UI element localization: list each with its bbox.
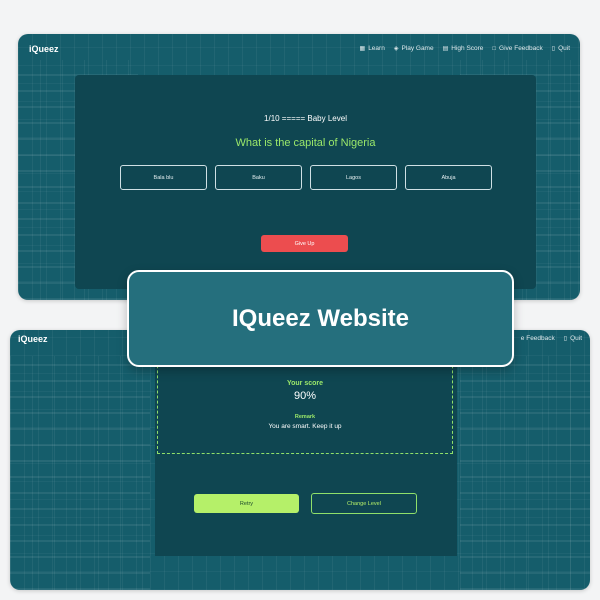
nav-label: High Score xyxy=(451,45,484,52)
answer-options: Bala blu Baku Lagos Abuja xyxy=(120,165,492,190)
door-icon: ▯ xyxy=(563,336,568,342)
quiz-panel: 1/10 ===== Baby Level What is the capita… xyxy=(75,75,536,289)
book-icon: ▦ xyxy=(359,46,366,52)
title-card: IQueez Website xyxy=(127,270,514,367)
remark-label: Remark xyxy=(294,414,316,420)
nav-label: Quit xyxy=(558,45,570,52)
quiz-screen: iQueez ▦ Learn ◈ Play Game ▤ High Score … xyxy=(18,34,580,300)
top-nav: ▦ Learn ◈ Play Game ▤ High Score □ Give … xyxy=(360,45,570,52)
score-value: 90% xyxy=(293,390,317,402)
nav-quit[interactable]: ▯ Quit xyxy=(552,45,570,52)
answer-option-4[interactable]: Abuja xyxy=(405,165,492,190)
retry-button[interactable]: Retry xyxy=(194,494,299,513)
gamepad-icon: ◈ xyxy=(393,46,399,52)
change-level-button[interactable]: Change Level xyxy=(311,493,417,514)
app-logo[interactable]: iQueez xyxy=(18,334,48,344)
nav-high-score[interactable]: ▤ High Score xyxy=(443,45,484,52)
chat-icon: □ xyxy=(492,45,497,52)
nav-label: Learn xyxy=(368,45,385,52)
top-nav: e Feedback ▯ Quit xyxy=(521,335,582,342)
scoreboard-icon: ▤ xyxy=(442,46,449,52)
nav-label: Play Game xyxy=(401,45,434,52)
nav-quit[interactable]: ▯ Quit xyxy=(564,335,582,342)
nav-label: e Feedback xyxy=(520,335,555,342)
nav-label: Give Feedback xyxy=(499,45,543,52)
title-card-text: IQueez Website xyxy=(232,304,409,332)
building-illustration-right xyxy=(460,356,590,590)
nav-play-game[interactable]: ◈ Play Game xyxy=(394,45,434,52)
nav-give-feedback[interactable]: □ Give Feedback xyxy=(492,45,542,52)
question-text: What is the capital of Nigeria xyxy=(235,137,376,149)
remark-text: You are smart. Keep it up xyxy=(268,423,342,430)
answer-option-3[interactable]: Lagos xyxy=(310,165,397,190)
answer-option-1[interactable]: Bala blu xyxy=(120,165,207,190)
nav-label: Quit xyxy=(570,335,582,342)
level-indicator: 1/10 ===== Baby Level xyxy=(264,114,347,123)
score-label: Your score xyxy=(286,380,324,387)
nav-give-feedback[interactable]: e Feedback xyxy=(521,335,555,342)
give-up-button[interactable]: Give Up xyxy=(261,235,348,252)
nav-learn[interactable]: ▦ Learn xyxy=(360,45,385,52)
answer-option-2[interactable]: Baku xyxy=(215,165,302,190)
door-icon: ▯ xyxy=(551,46,556,52)
result-screen: iQueez e Feedback ▯ Quit Your score 90% … xyxy=(10,330,590,590)
app-logo[interactable]: iQueez xyxy=(29,44,59,54)
building-illustration xyxy=(10,356,150,590)
